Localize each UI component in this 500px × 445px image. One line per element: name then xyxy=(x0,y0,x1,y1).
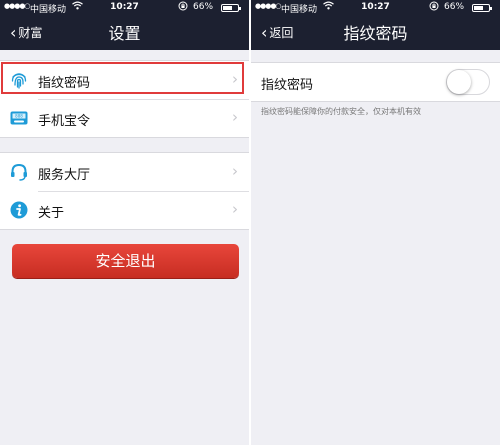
fingerprint-toggle-switch[interactable] xyxy=(446,69,490,95)
token-icon: 888 xyxy=(9,108,29,128)
chevron-right-icon: › xyxy=(232,70,238,88)
toggle-knob xyxy=(447,70,471,94)
chevron-right-icon: › xyxy=(232,108,238,126)
page-title: 指纹密码 xyxy=(343,24,408,43)
settings-item-token[interactable]: 888 手机宝令 › xyxy=(0,99,249,137)
status-bar: ●●●●○ 中国移动 10:27 66% xyxy=(251,0,500,16)
rotation-lock-icon xyxy=(429,1,439,14)
toggle-label: 指纹密码 xyxy=(261,78,314,93)
settings-group-help: 服务大厅 › 关于 › xyxy=(0,152,249,230)
battery-icon xyxy=(221,4,241,12)
fingerprint-hint-text: 指纹密码能保障你的付款安全，仅对本机有效 xyxy=(261,107,421,116)
svg-text:888: 888 xyxy=(15,114,23,119)
navigation-bar: ●●●●○ 中国移动 10:27 66% ‹ 返回 指纹密码 xyxy=(251,0,500,50)
battery-tip xyxy=(490,7,492,10)
status-bar: ●●●●○ 中国移动 10:27 66% xyxy=(0,0,249,16)
settings-item-fingerprint[interactable]: 指纹密码 › xyxy=(0,61,249,99)
settings-group-security: 指纹密码 › 888 手机宝令 › xyxy=(0,60,249,138)
settings-screen: ●●●●○ 中国移动 10:27 66% ‹ 财富 设置 指纹密码 › 888 … xyxy=(0,0,249,445)
battery-tip xyxy=(239,7,241,10)
chevron-right-icon: › xyxy=(232,200,238,218)
navigation-bar: ●●●●○ 中国移动 10:27 66% ‹ 财富 设置 xyxy=(0,0,249,50)
battery-percentage: 66% xyxy=(444,2,465,12)
info-icon xyxy=(9,200,29,220)
settings-item-label: 手机宝令 xyxy=(38,114,91,129)
settings-item-label: 关于 xyxy=(38,206,65,221)
page-title: 设置 xyxy=(108,24,141,43)
fingerprint-icon xyxy=(9,70,29,90)
logout-button[interactable]: 安全退出 xyxy=(12,244,239,278)
fingerprint-toggle-row: 指纹密码 xyxy=(251,62,500,102)
battery-fill xyxy=(223,6,232,10)
rotation-lock-icon xyxy=(178,1,188,14)
battery-fill xyxy=(474,6,483,10)
settings-item-service-hall[interactable]: 服务大厅 › xyxy=(0,153,249,191)
settings-item-about[interactable]: 关于 › xyxy=(0,191,249,229)
fingerprint-settings-screen: ●●●●○ 中国移动 10:27 66% ‹ 返回 指纹密码 指纹密码 指纹密码能… xyxy=(251,0,500,445)
battery-percentage: 66% xyxy=(193,2,214,12)
chevron-right-icon: › xyxy=(232,162,238,180)
battery-icon xyxy=(472,4,492,12)
headset-icon xyxy=(9,162,29,182)
settings-item-label: 指纹密码 xyxy=(38,76,91,91)
settings-item-label: 服务大厅 xyxy=(38,168,91,183)
